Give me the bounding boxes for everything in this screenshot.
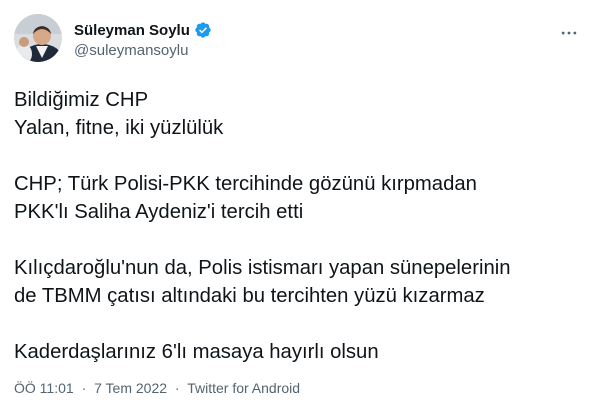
tweet-line: Yalan, fitne, iki yüzlülük — [14, 117, 224, 139]
tweet-source-link[interactable]: Twitter for Android — [187, 380, 300, 396]
meta-separator: · — [174, 380, 180, 396]
name-row: Süleyman Soylu — [74, 20, 212, 40]
author-names: Süleyman Soylu @suleymansoylu — [74, 20, 212, 59]
avatar-photo — [14, 14, 62, 62]
tweet-line: PKK'lı Saliha Aydeniz'i tercih etti — [14, 201, 304, 223]
tweet-line: de TBMM çatısı altındaki bu tercihten yü… — [14, 285, 485, 307]
meta-separator: · — [81, 380, 87, 396]
verified-badge-icon[interactable] — [194, 21, 212, 39]
tweet-line: CHP; Türk Polisi-PKK tercihinde gözünü k… — [14, 173, 477, 195]
avatar[interactable] — [14, 14, 62, 62]
tweet-text: Bildiğimiz CHP Yalan, fitne, iki yüzlülü… — [14, 86, 581, 366]
handle[interactable]: @suleymansoylu — [74, 42, 212, 59]
more-horizontal-icon[interactable] — [557, 24, 581, 42]
tweet-line: Kaderdaşlarınız 6'lı masaya hayırlı olsu… — [14, 341, 379, 363]
tweet-line: Kılıçdaroğlu'nun da, Polis istismarı yap… — [14, 257, 511, 279]
tweet-header: Süleyman Soylu @suleymansoylu — [14, 12, 581, 64]
tweet-time-link[interactable]: ÖÖ 11:01 — [14, 380, 74, 396]
tweet-date-link[interactable]: 7 Tem 2022 — [94, 380, 167, 396]
more-dots-glyph — [561, 31, 577, 35]
tweet-line: Bildiğimiz CHP — [14, 89, 149, 111]
tweet-meta: ÖÖ 11:01 · 7 Tem 2022 · Twitter for Andr… — [14, 380, 300, 396]
display-name[interactable]: Süleyman Soylu — [74, 22, 190, 39]
tweet-card: Süleyman Soylu @suleymansoylu Bildiğimiz… — [0, 0, 595, 407]
